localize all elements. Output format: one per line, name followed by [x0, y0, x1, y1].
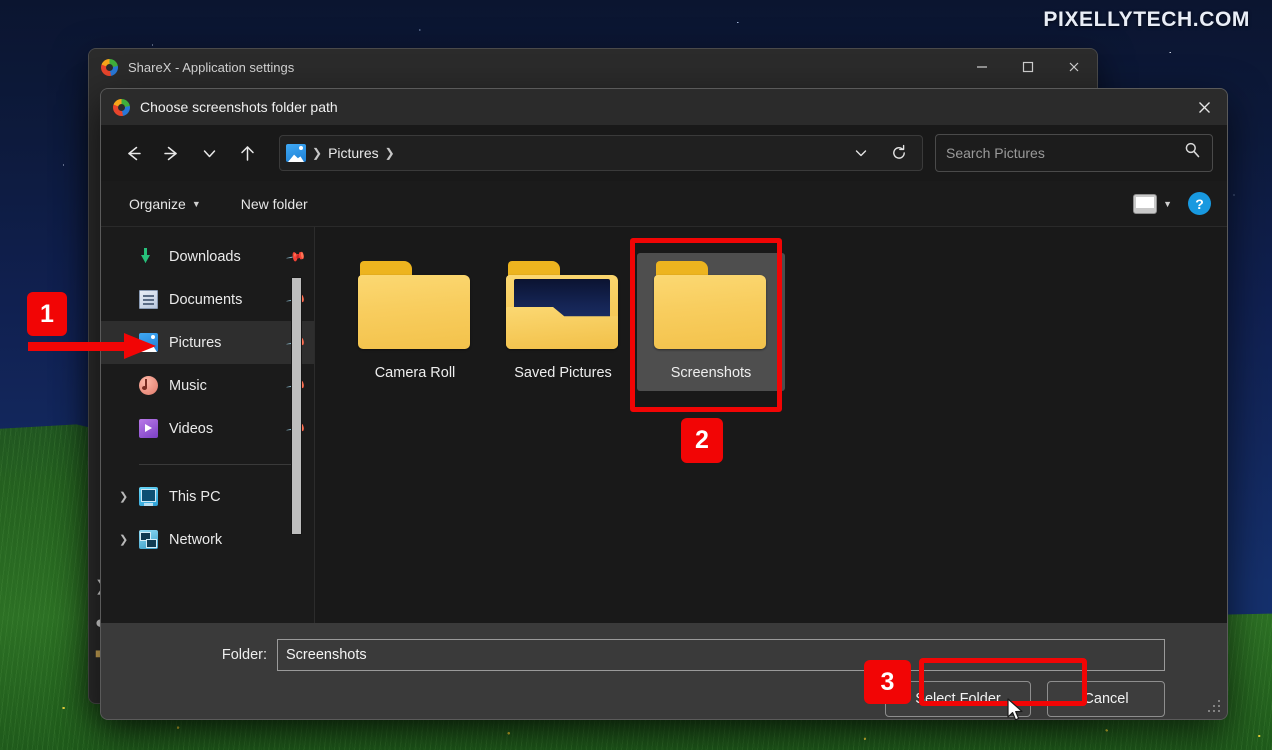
sharex-window-title: ShareX - Application settings — [128, 59, 295, 75]
search-icon[interactable] — [1183, 141, 1202, 165]
sharex-titlebar[interactable]: ShareX - Application settings — [89, 49, 1097, 85]
organize-label: Organize — [129, 195, 186, 212]
folder-item-screenshots[interactable]: Screenshots — [637, 253, 785, 391]
folder-name-row: Folder: — [101, 623, 1227, 671]
sharex-window-controls[interactable] — [959, 49, 1097, 85]
minimize-button[interactable] — [959, 49, 1005, 85]
help-icon[interactable]: ? — [1188, 192, 1211, 215]
dialog-toolbar[interactable]: Organize ▼ New folder ▼ ? — [101, 181, 1227, 227]
chevron-right-icon[interactable]: ❯ — [119, 490, 128, 503]
file-list-pane[interactable]: Camera Roll Saved Pictures Screenshots — [315, 227, 1227, 623]
folder-name-input[interactable] — [277, 639, 1165, 671]
dialog-titlebar[interactable]: Choose screenshots folder path — [101, 89, 1227, 125]
breadcrumb-separator: ❯ — [312, 146, 323, 160]
sidebar-item-label: Documents — [169, 291, 243, 308]
sidebar-item-label: Downloads — [169, 248, 241, 265]
folder-item-camera-roll[interactable]: Camera Roll — [341, 253, 489, 391]
search-placeholder: Search Pictures — [946, 145, 1045, 161]
toolbar-right-group[interactable]: ▼ ? — [1133, 192, 1211, 215]
sidebar-item-label: Network — [169, 531, 223, 548]
annotation-badge-2: 2 — [681, 418, 723, 463]
pictures-folder-icon — [286, 144, 306, 162]
sidebar-item-label: Videos — [169, 420, 214, 437]
folder-preview-icon — [506, 261, 620, 349]
sidebar-item-videos[interactable]: Videos 📌 — [101, 407, 314, 450]
network-icon — [139, 530, 158, 549]
breadcrumb-separator: ❯ — [384, 146, 395, 160]
annotation-badge-1: 1 — [27, 292, 67, 336]
back-button[interactable] — [115, 137, 151, 169]
pin-icon[interactable]: 📌 — [285, 245, 307, 267]
annotation-arrow — [28, 333, 158, 359]
sidebar-item-this-pc[interactable]: ❯ This PC — [101, 475, 314, 518]
desktop-background: PIXELLYTECH.COM ShareX - Application set… — [0, 0, 1272, 750]
music-icon — [139, 376, 158, 395]
folder-icon — [358, 261, 472, 349]
view-layout-icon[interactable] — [1133, 193, 1158, 214]
sharex-logo-icon — [101, 58, 118, 76]
file-label: Camera Roll — [374, 365, 456, 381]
mouse-cursor — [1006, 698, 1026, 724]
dialog-title: Choose screenshots folder path — [140, 99, 338, 115]
caret-down-icon: ▼ — [191, 198, 201, 209]
sidebar-item-downloads[interactable]: Downloads 📌 — [101, 235, 314, 278]
folder-item-saved-pictures[interactable]: Saved Pictures — [489, 253, 637, 391]
folder-label: Folder: — [221, 647, 267, 663]
navigation-pane[interactable]: Downloads 📌 Documents 📌 Pictures 📌 Music — [101, 227, 315, 623]
documents-icon — [139, 290, 158, 309]
recent-locations-button[interactable] — [191, 137, 227, 169]
new-folder-button[interactable]: New folder — [229, 190, 320, 218]
sidebar-item-network[interactable]: ❯ Network — [101, 518, 314, 561]
new-folder-label: New folder — [240, 195, 308, 212]
breadcrumb-item-pictures[interactable]: Pictures — [328, 145, 379, 161]
sidebar-item-label: Pictures — [169, 334, 222, 351]
chevron-right-icon[interactable]: ❯ — [119, 533, 128, 546]
resize-grip-icon[interactable] — [1207, 700, 1221, 714]
file-label: Screenshots — [670, 365, 752, 381]
downloads-icon — [139, 247, 158, 266]
navigation-pane-scrollbar[interactable] — [291, 277, 302, 535]
choose-folder-dialog[interactable]: Choose screenshots folder path ❯ Picture… — [100, 88, 1228, 720]
search-input[interactable]: Search Pictures — [935, 134, 1213, 172]
forward-button[interactable] — [153, 137, 189, 169]
chevron-down-icon[interactable] — [844, 136, 878, 170]
help-label: ? — [1195, 195, 1204, 212]
sharex-logo-icon — [113, 98, 130, 116]
dialog-navigation-bar[interactable]: ❯ Pictures ❯ Search Pictures — [101, 125, 1227, 181]
sidebar-item-label: Music — [169, 377, 207, 394]
file-label: Saved Pictures — [514, 365, 612, 381]
dialog-footer: Folder: Select Folder Cancel — [101, 623, 1227, 719]
sidebar-item-music[interactable]: Music 📌 — [101, 364, 314, 407]
organize-button[interactable]: Organize ▼ — [117, 190, 213, 218]
caret-down-icon[interactable]: ▼ — [1163, 199, 1172, 209]
this-pc-icon — [139, 487, 158, 506]
dialog-button-row: Select Folder Cancel — [101, 671, 1227, 717]
sidebar-item-documents[interactable]: Documents 📌 — [101, 278, 314, 321]
dialog-close-button[interactable] — [1181, 89, 1227, 125]
refresh-icon[interactable] — [882, 136, 916, 170]
annotation-badge-3: 3 — [864, 660, 911, 704]
cancel-button[interactable]: Cancel — [1047, 681, 1165, 717]
close-button[interactable] — [1051, 49, 1097, 85]
watermark: PIXELLYTECH.COM — [1043, 8, 1250, 31]
folder-icon — [654, 261, 768, 349]
dialog-main-area: Downloads 📌 Documents 📌 Pictures 📌 Music — [101, 227, 1227, 623]
navigation-pane-divider — [139, 464, 296, 465]
file-grid: Camera Roll Saved Pictures Screenshots — [341, 253, 1227, 391]
up-button[interactable] — [229, 137, 265, 169]
videos-icon — [139, 419, 158, 438]
sidebar-item-label: This PC — [169, 488, 221, 505]
breadcrumb[interactable]: ❯ Pictures ❯ — [279, 135, 923, 171]
maximize-button[interactable] — [1005, 49, 1051, 85]
